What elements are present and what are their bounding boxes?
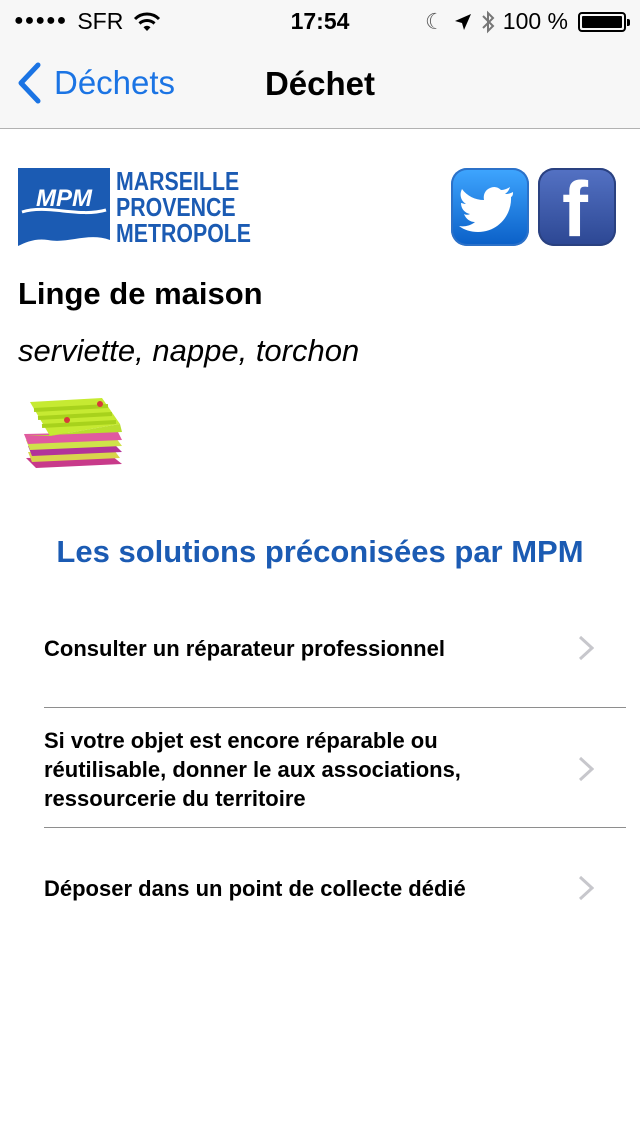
status-bar: ●●●●● SFR 17:54 ☾ 100 % — [0, 0, 640, 40]
solution-row-repair[interactable]: Consulter un réparateur professionnel — [44, 618, 626, 678]
twitter-icon — [459, 186, 513, 232]
chevron-right-icon — [578, 875, 594, 901]
facebook-button[interactable]: f — [538, 168, 616, 246]
navigation-bar: Déchets Déchet — [0, 40, 640, 129]
chevron-right-icon — [578, 635, 594, 661]
solutions-heading: Les solutions préconisées par MPM — [56, 534, 584, 569]
solution-label: Déposer dans un point de collecte dédié — [44, 875, 466, 901]
mpm-logo-text: MARSEILLE PROVENCE METROPOLE — [116, 168, 296, 248]
solution-row-collect[interactable]: Déposer dans un point de collecte dédié — [44, 858, 626, 918]
chevron-right-icon — [578, 756, 594, 782]
solution-label: Consulter un réparateur professionnel — [44, 635, 445, 661]
row-divider — [44, 827, 626, 828]
logo-line: MARSEILLE — [116, 166, 240, 196]
moon-icon: ☾ — [425, 8, 445, 34]
location-arrow-icon — [454, 13, 471, 30]
battery-percent: 100 % — [502, 8, 568, 34]
solution-row-donate[interactable]: Si votre objet est encore réparable ou r… — [44, 724, 626, 814]
item-name: Linge de maison — [18, 276, 263, 311]
page-title: Déchet — [264, 65, 376, 102]
mpm-logo-mark: MPM — [18, 168, 110, 246]
household-linen-image — [24, 398, 122, 468]
row-divider — [44, 707, 626, 708]
solution-label: Si votre objet est encore réparable ou r… — [44, 727, 461, 811]
battery-icon — [578, 11, 630, 32]
twitter-button[interactable] — [451, 168, 529, 246]
mpm-logo-box-text: MPM — [36, 185, 93, 212]
logo-line: METROPOLE — [116, 218, 252, 248]
logo-line: PROVENCE — [116, 192, 236, 222]
mpm-logo: MPM MARSEILLE PROVENCE METROPOLE — [18, 168, 288, 248]
item-examples: serviette, nappe, torchon — [18, 333, 360, 368]
status-right: ☾ 100 % — [425, 8, 630, 35]
facebook-icon: f — [562, 168, 588, 246]
bluetooth-icon — [482, 10, 495, 33]
